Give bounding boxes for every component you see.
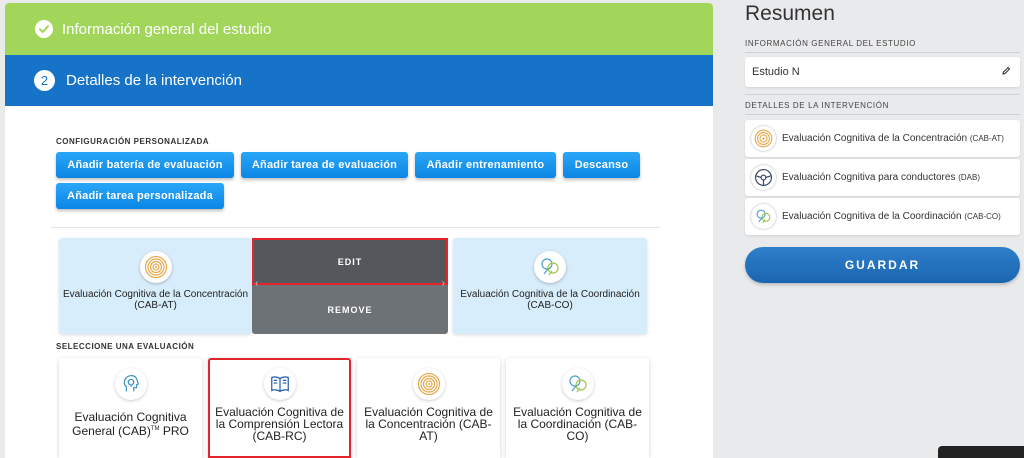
study-name-field[interactable]: Estudio N [745,57,1020,87]
step-intervention-details[interactable]: 2 Detalles de la intervención [5,55,713,106]
select-eval-label: SELECCIONE UNA EVALUACIÓN [56,342,195,351]
summary-item-label: Evaluación Cognitiva de la Coordinación … [782,210,1001,222]
eval-card-label: Evaluación Cognitiva General (CAB)TM PRO [72,410,189,438]
add-battery-button[interactable]: Añadir batería de evaluación [56,152,234,178]
concentric-circles-icon [751,126,776,151]
eval-card-label: Evaluación Cognitiva de la Coordinación … [513,405,642,443]
summary-item-coordination[interactable]: Evaluación Cognitiva de la Coordinación … [745,198,1020,235]
concentric-circles-icon [139,251,172,283]
summary-item-drivers[interactable]: Evaluación Cognitiva para conductores (D… [745,159,1020,196]
summary-divider [745,94,1020,95]
add-custom-task-button[interactable]: Añadir tarea personalizada [56,183,224,209]
summary-divider [745,114,1020,115]
eval-card-coordination[interactable]: Evaluación Cognitiva de la Coordinación … [506,358,649,458]
eval-card-concentration[interactable]: Evaluación Cognitiva de la Concentración… [357,358,500,458]
summary-item-concentration[interactable]: Evaluación Cognitiva de la Concentración… [745,120,1020,157]
step-general-info-title: Información general del estudio [62,20,272,38]
custom-config-label: CONFIGURACIÓN PERSONALIZADA [56,137,210,146]
add-training-button[interactable]: Añadir entrenamiento [415,152,556,178]
step-intervention-details-title: Detalles de la intervención [66,72,242,89]
hands-icon [534,251,566,283]
concentric-circles-icon [412,368,445,400]
section-divider [51,227,660,228]
summary-item-label: Evaluación Cognitiva de la Concentración… [782,132,1004,144]
hands-icon [561,368,594,400]
summary-item-label: Evaluación Cognitiva para conductores (D… [782,171,980,183]
selected-card-concentration[interactable]: Evaluación Cognitiva de la Concentración… [59,238,252,334]
eval-card-reading-comprehension[interactable]: Evaluación Cognitiva de la Comprensión L… [208,358,351,458]
edit-button[interactable]: EDIT [252,238,448,285]
card-action-overlay: EDIT ‹ › REMOVE [252,238,448,334]
selected-card-label: Evaluación Cognitiva de la Concentración… [62,289,249,311]
add-eval-task-button[interactable]: Añadir tarea de evaluación [241,152,408,178]
selected-card-label: Evaluación Cognitiva de la Coordinación … [460,289,640,311]
save-button[interactable]: GUARDAR [745,247,1020,283]
eval-card-general[interactable]: Evaluación Cognitiva General (CAB)TM PRO [59,358,202,458]
summary-details-label: DETALLES DE LA INTERVENCIÓN [745,101,889,110]
step-number-badge: 2 [34,70,55,91]
study-name-value: Estudio N [752,66,800,78]
eval-card-label: Evaluación Cognitiva de la Comprensión L… [215,405,344,443]
head-icon [114,368,147,400]
pencil-icon[interactable] [1001,66,1011,79]
remove-button[interactable]: REMOVE [252,285,448,334]
summary-divider [745,52,1020,53]
hands-icon [751,204,776,229]
book-icon [263,368,296,400]
summary-general-label: INFORMACIÓN GENERAL DEL ESTUDIO [745,39,916,48]
rest-button[interactable]: Descanso [563,152,640,178]
steering-wheel-icon [751,165,776,190]
eval-card-label: Evaluación Cognitiva de la Concentración… [364,405,493,443]
summary-title: Resumen [745,2,835,25]
selected-card-coordination[interactable]: Evaluación Cognitiva de la Coordinación … [453,238,647,334]
chat-widget[interactable] [938,446,1024,458]
check-icon [35,20,53,38]
step-general-info[interactable]: Información general del estudio [5,3,713,55]
